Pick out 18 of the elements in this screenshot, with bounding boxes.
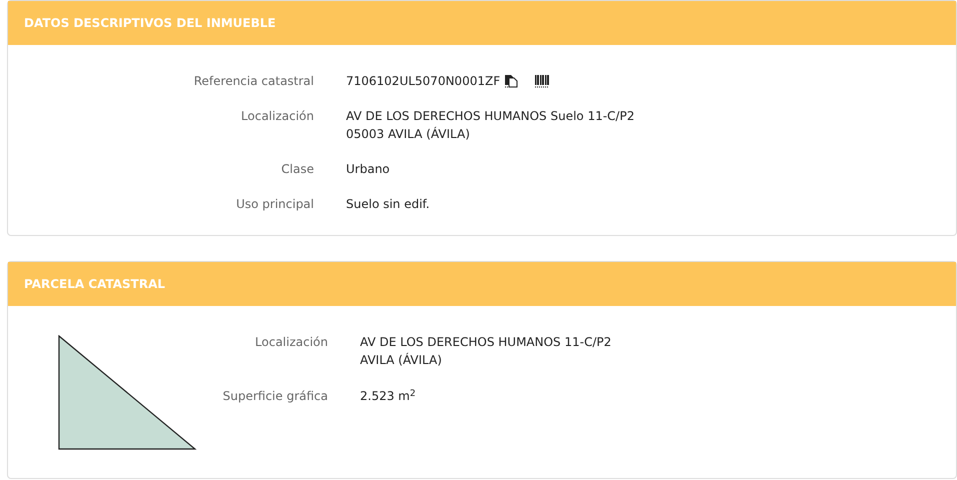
section-title: DATOS DESCRIPTIVOS DEL INMUEBLE <box>24 15 276 32</box>
field-label: Localización <box>254 334 328 351</box>
field-value: Suelo sin edif. <box>346 196 430 213</box>
section-title: PARCELA CATASTRAL <box>24 276 166 293</box>
copy-icon[interactable] <box>504 74 518 88</box>
field-value: 7106102UL5070N0001ZF <box>346 73 500 90</box>
field-value: AV DE LOS DERECHOS HUMANOS 11-C/P2 <box>360 334 612 351</box>
field-value: AV DE LOS DERECHOS HUMANOS Suelo 11-C/P2 <box>346 108 634 125</box>
field-value: AVILA (ÁVILA) <box>360 352 443 369</box>
field-value: Urbano <box>346 161 390 178</box>
field-label: Uso principal <box>235 196 314 213</box>
field-value: 05003 AVILA (ÁVILA) <box>346 126 471 143</box>
field-value: 2.523 m$^{2}$ <box>360 388 416 405</box>
field-label: Clase <box>280 161 314 178</box>
field-label: Referencia catastral <box>192 73 314 90</box>
field-label: Superficie gráfica <box>222 388 328 405</box>
field-label: Localización <box>240 108 314 125</box>
barcode-icon[interactable] <box>534 74 550 88</box>
